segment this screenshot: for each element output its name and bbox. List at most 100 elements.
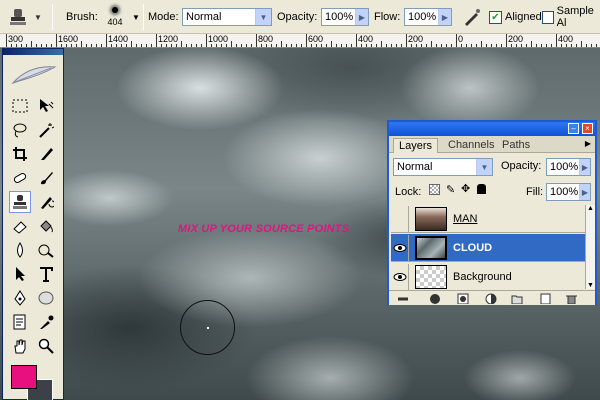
ruler-tick [431, 41, 432, 47]
adjustment-layer-icon[interactable] [485, 293, 497, 304]
lock-all-icon[interactable] [477, 184, 486, 194]
brush-picker[interactable]: 404 [100, 0, 130, 34]
brush-size: 404 [107, 17, 123, 27]
visibility-toggle-off[interactable] [391, 205, 409, 232]
crop-tool-icon[interactable] [9, 143, 31, 165]
zoom-tool-icon[interactable] [35, 335, 57, 357]
new-layer-icon[interactable] [539, 293, 551, 304]
ruler-tick [391, 44, 392, 47]
feather-logo-icon[interactable] [11, 63, 57, 85]
lasso-tool-icon[interactable] [9, 119, 31, 141]
scroll-up-icon[interactable]: ▲ [586, 205, 595, 212]
brush-arrow-icon[interactable]: ▼ [132, 0, 140, 34]
layer-mask-icon[interactable] [457, 293, 469, 304]
opacity-input[interactable]: 100% ▶ [321, 8, 369, 26]
eraser-tool-icon[interactable] [9, 215, 31, 237]
ruler-tick [426, 44, 427, 47]
path-selection-tool-icon[interactable] [9, 263, 31, 285]
preset-arrow-icon[interactable]: ▼ [34, 0, 42, 34]
layer-style-icon[interactable] [429, 293, 441, 304]
healing-brush-tool-icon[interactable] [9, 167, 31, 189]
layer-row-man[interactable]: MAN [391, 205, 585, 233]
paint-bucket-tool-icon[interactable] [35, 215, 57, 237]
ruler-tick [26, 44, 27, 47]
eye-icon[interactable] [391, 234, 409, 261]
tab-layers[interactable]: Layers [393, 138, 439, 153]
airbrush-icon[interactable] [462, 0, 482, 34]
layer-row-cloud[interactable]: CLOUD [391, 234, 585, 262]
ruler-tick [496, 44, 497, 47]
blend-mode-value: Normal [397, 161, 433, 173]
mode-select[interactable]: Normal ▼ [182, 8, 272, 26]
ellipse-tool-icon[interactable] [35, 287, 57, 309]
ruler-tick [336, 44, 337, 47]
layer-opacity-input[interactable]: 100% ▶ [546, 158, 591, 176]
ruler-tick [536, 44, 537, 47]
ruler-tick [86, 44, 87, 47]
clone-stamp-tool-icon[interactable] [9, 191, 31, 213]
ruler-tick [526, 44, 527, 47]
sample-all-checkbox[interactable]: Sample Al [542, 0, 600, 34]
link-layers-icon[interactable] [397, 293, 409, 304]
flow-input[interactable]: 100% ▶ [404, 8, 452, 26]
history-brush-tool-icon[interactable] [35, 191, 57, 213]
foreground-color-swatch[interactable] [11, 365, 37, 389]
aligned-checkbox[interactable]: ✔ Aligned [489, 0, 542, 34]
new-group-icon[interactable] [511, 293, 523, 304]
layers-scrollbar[interactable]: ▲ ▼ [585, 205, 595, 289]
layer-opacity-arrow-icon: ▶ [579, 159, 590, 175]
lock-transparency-icon[interactable] [429, 184, 440, 195]
blend-dropdown-icon: ▼ [476, 159, 492, 175]
hand-tool-icon[interactable] [9, 335, 31, 357]
ruler-tick [91, 44, 92, 47]
flow-value: 100% [408, 11, 437, 23]
toolbox-titlebar[interactable] [3, 49, 63, 55]
minimize-icon[interactable]: – [568, 123, 579, 134]
ruler-tick [126, 44, 127, 47]
ruler-label: 0 [458, 34, 464, 44]
palette-menu-icon[interactable]: ▶ [585, 139, 591, 148]
palette-titlebar[interactable]: – × [389, 122, 595, 136]
ruler-tick [156, 34, 157, 47]
ruler-tick [511, 44, 512, 47]
tab-channels[interactable]: Channels [443, 138, 499, 153]
trash-icon[interactable] [565, 293, 577, 304]
scroll-down-icon[interactable]: ▼ [586, 282, 595, 289]
layer-row-background[interactable]: Background [391, 263, 585, 291]
eyedropper-tool-icon[interactable] [35, 311, 57, 333]
layers-palette: – × Layers Channels Paths ▶ Normal ▼ Opa… [387, 120, 597, 305]
ruler-tick [191, 44, 192, 47]
ruler-tick [201, 44, 202, 47]
pen-tool-icon[interactable] [9, 287, 31, 309]
tab-paths[interactable]: Paths [497, 138, 535, 153]
clone-stamp-preset-icon[interactable] [6, 0, 30, 34]
ruler-tick [206, 34, 207, 47]
lock-label: Lock: [395, 186, 422, 198]
type-tool-icon[interactable] [35, 263, 57, 285]
magic-wand-tool-icon[interactable] [35, 119, 57, 141]
move-tool-icon[interactable] [35, 95, 57, 117]
marquee-tool-icon[interactable] [9, 95, 31, 117]
lock-move-icon[interactable]: ✥ [461, 182, 470, 195]
blur-tool-icon[interactable] [9, 239, 31, 261]
slice-tool-icon[interactable] [35, 143, 57, 165]
dodge-tool-icon[interactable] [35, 239, 57, 261]
ruler-tick [481, 41, 482, 47]
eye-icon[interactable] [391, 263, 409, 290]
ruler-tick [501, 44, 502, 47]
ruler-tick [231, 41, 232, 47]
fill-input[interactable]: 100% ▶ [546, 183, 591, 201]
ruler-tick [436, 44, 437, 47]
blend-mode-select[interactable]: Normal ▼ [393, 158, 493, 176]
ruler-tick [331, 41, 332, 47]
lock-paint-icon[interactable]: ✎ [446, 183, 455, 196]
ruler-tick [221, 44, 222, 47]
ruler-tick [286, 44, 287, 47]
close-icon[interactable]: × [582, 123, 593, 134]
notes-tool-icon[interactable] [9, 311, 31, 333]
brush-tool-icon[interactable] [35, 167, 57, 189]
brush-cursor [180, 300, 235, 355]
ruler-tick [276, 44, 277, 47]
ruler-tick [341, 44, 342, 47]
ruler-tick [326, 44, 327, 47]
